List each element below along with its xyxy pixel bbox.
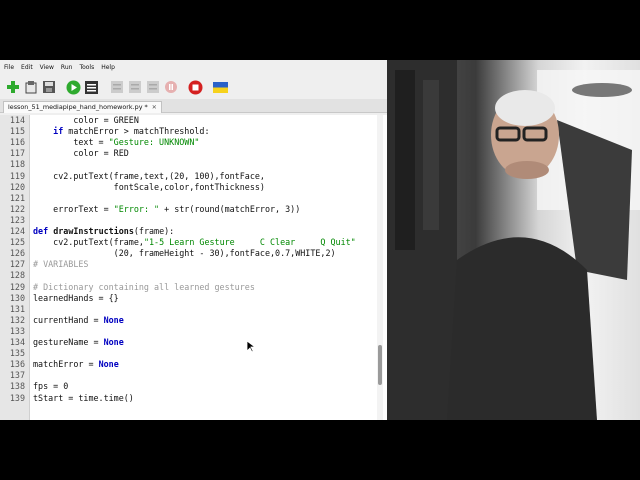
code-editor[interactable]: 114 color = GREEN 115 if matchError > mat… [0, 115, 387, 420]
webcam-scene [387, 60, 640, 420]
line-number: 128 [9, 270, 25, 281]
line-number: 117 [9, 148, 25, 159]
line-number: 114 [9, 115, 25, 125]
line-number: 135 [9, 348, 25, 359]
code-line[interactable]: 120 fontScale,color,fontThickness) [0, 182, 380, 193]
toolbar [0, 75, 387, 99]
code-text: tStart = time.time() [33, 392, 134, 403]
code-line[interactable]: 123 [0, 215, 380, 226]
line-number: 122 [9, 203, 25, 214]
code-line[interactable]: 128 [0, 270, 380, 281]
step-into-icon[interactable] [127, 80, 142, 95]
code-text: learnedHands = {} [33, 292, 119, 303]
code-text: cv2.putText(frame,text,(20, 100),fontFac… [33, 170, 265, 181]
code-text: if matchError > matchThreshold: [53, 126, 210, 137]
line-number: 134 [9, 337, 25, 347]
code-line[interactable]: 132 currentHand = None [0, 315, 380, 326]
code-line[interactable]: 137 [0, 370, 380, 381]
line-number: 136 [9, 359, 25, 370]
code-text: def drawInstructions(frame): [33, 226, 175, 236]
run-icon[interactable] [66, 80, 81, 95]
line-number: 121 [9, 192, 25, 203]
code-line[interactable]: 129 # Dictionary containing all learned g… [0, 282, 380, 293]
code-line[interactable]: 124 def drawInstructions(frame): [0, 226, 380, 237]
code-line[interactable]: 138 fps = 0 [0, 381, 380, 392]
code-line[interactable]: 117 color = RED [0, 148, 380, 159]
line-number: 126 [9, 248, 25, 259]
open-file-icon[interactable] [23, 80, 38, 95]
menu-run[interactable]: Run [61, 64, 73, 71]
code-line[interactable]: 127 # VARIABLES [0, 259, 380, 270]
code-text: gestureName = None [33, 337, 124, 347]
code-line[interactable]: 118 [0, 159, 380, 170]
ukraine-flag-icon[interactable] [213, 80, 228, 95]
close-icon[interactable]: ✕ [152, 102, 157, 113]
code-line[interactable]: 116 text = "Gesture: UNKNOWN" [0, 137, 380, 148]
line-number: 120 [9, 181, 25, 192]
editor-tab[interactable]: lesson_51_mediapipe_hand_homework.py * ✕ [3, 101, 162, 113]
thonny-editor-window: File Edit View Run Tools Help lesson_51_… [0, 60, 387, 420]
code-line[interactable]: 139 tStart = time.time() [0, 393, 380, 404]
code-text: color = GREEN [33, 115, 139, 125]
line-number: 130 [9, 292, 25, 303]
menu-file[interactable]: File [4, 64, 14, 71]
scrollbar-thumb[interactable] [378, 345, 382, 385]
line-number: 123 [9, 214, 25, 225]
menu-view[interactable]: View [40, 64, 54, 71]
webcam-feed [387, 60, 640, 420]
code-line[interactable]: 119 cv2.putText(frame,text,(20, 100),fon… [0, 171, 380, 182]
menu-help[interactable]: Help [101, 64, 115, 71]
code-text: fontScale,color,fontThickness) [33, 181, 265, 192]
line-number: 129 [9, 281, 25, 292]
code-line[interactable]: 115 if matchError > matchThreshold: [0, 126, 380, 137]
code-text: text = "Gesture: UNKNOWN" [33, 137, 200, 148]
menu-edit[interactable]: Edit [21, 64, 33, 71]
code-text: color = RED [33, 148, 129, 159]
tab-label: lesson_51_mediapipe_hand_homework.py * [8, 103, 148, 111]
save-file-icon[interactable] [41, 80, 56, 95]
code-line[interactable]: 122 errorText = "Error: " + str(round(ma… [0, 204, 380, 215]
resume-icon[interactable] [163, 80, 178, 95]
code-text: currentHand = None [33, 314, 124, 325]
line-number: 125 [9, 237, 25, 248]
line-number: 115 [9, 126, 25, 137]
stop-icon[interactable] [188, 80, 203, 95]
step-over-icon[interactable] [109, 80, 124, 95]
line-number: 124 [9, 226, 25, 236]
code-text: fps = 0 [33, 381, 69, 392]
code-text: (20, frameHeight - 30),fontFace,0.7,WHIT… [33, 248, 336, 259]
code-text: matchError = None [33, 359, 119, 370]
code-text: # VARIABLES [33, 259, 89, 270]
menu-bar: File Edit View Run Tools Help [0, 60, 387, 75]
code-line[interactable]: 130 learnedHands = {} [0, 293, 380, 304]
code-line[interactable]: 134 gestureName = None [0, 337, 380, 348]
line-number: 131 [9, 303, 25, 314]
line-number: 133 [9, 325, 25, 336]
editor-tab-bar: lesson_51_mediapipe_hand_homework.py * ✕ [0, 99, 387, 113]
code-line[interactable]: 126 (20, frameHeight - 30),fontFace,0.7,… [0, 248, 380, 259]
line-number: 127 [9, 259, 25, 270]
code-line[interactable]: 136 matchError = None [0, 359, 380, 370]
mouse-cursor-icon [246, 338, 257, 357]
debug-icon[interactable] [84, 80, 99, 95]
line-number: 119 [9, 170, 25, 181]
line-number: 116 [9, 137, 25, 148]
code-line[interactable]: 133 [0, 326, 380, 337]
line-number: 137 [9, 370, 25, 381]
code-line[interactable]: 121 [0, 193, 380, 204]
line-number: 132 [9, 314, 25, 325]
line-number: 138 [9, 381, 25, 392]
code-line[interactable]: 131 [0, 304, 380, 315]
step-out-icon[interactable] [145, 80, 160, 95]
line-number: 139 [9, 392, 25, 403]
code-text: errorText = "Error: " + str(round(matchE… [33, 203, 301, 214]
code-line[interactable]: 114 color = GREEN [0, 115, 380, 126]
new-file-icon[interactable] [5, 80, 20, 95]
code-text: # Dictionary containing all learned gest… [33, 281, 255, 292]
line-number: 118 [9, 159, 25, 170]
menu-tools[interactable]: Tools [79, 64, 94, 71]
code-text: cv2.putText(frame,"1-5 Learn Gesture C C… [33, 237, 356, 248]
code-line[interactable]: 135 [0, 348, 380, 359]
code-line[interactable]: 125 cv2.putText(frame,"1-5 Learn Gesture… [0, 237, 380, 248]
